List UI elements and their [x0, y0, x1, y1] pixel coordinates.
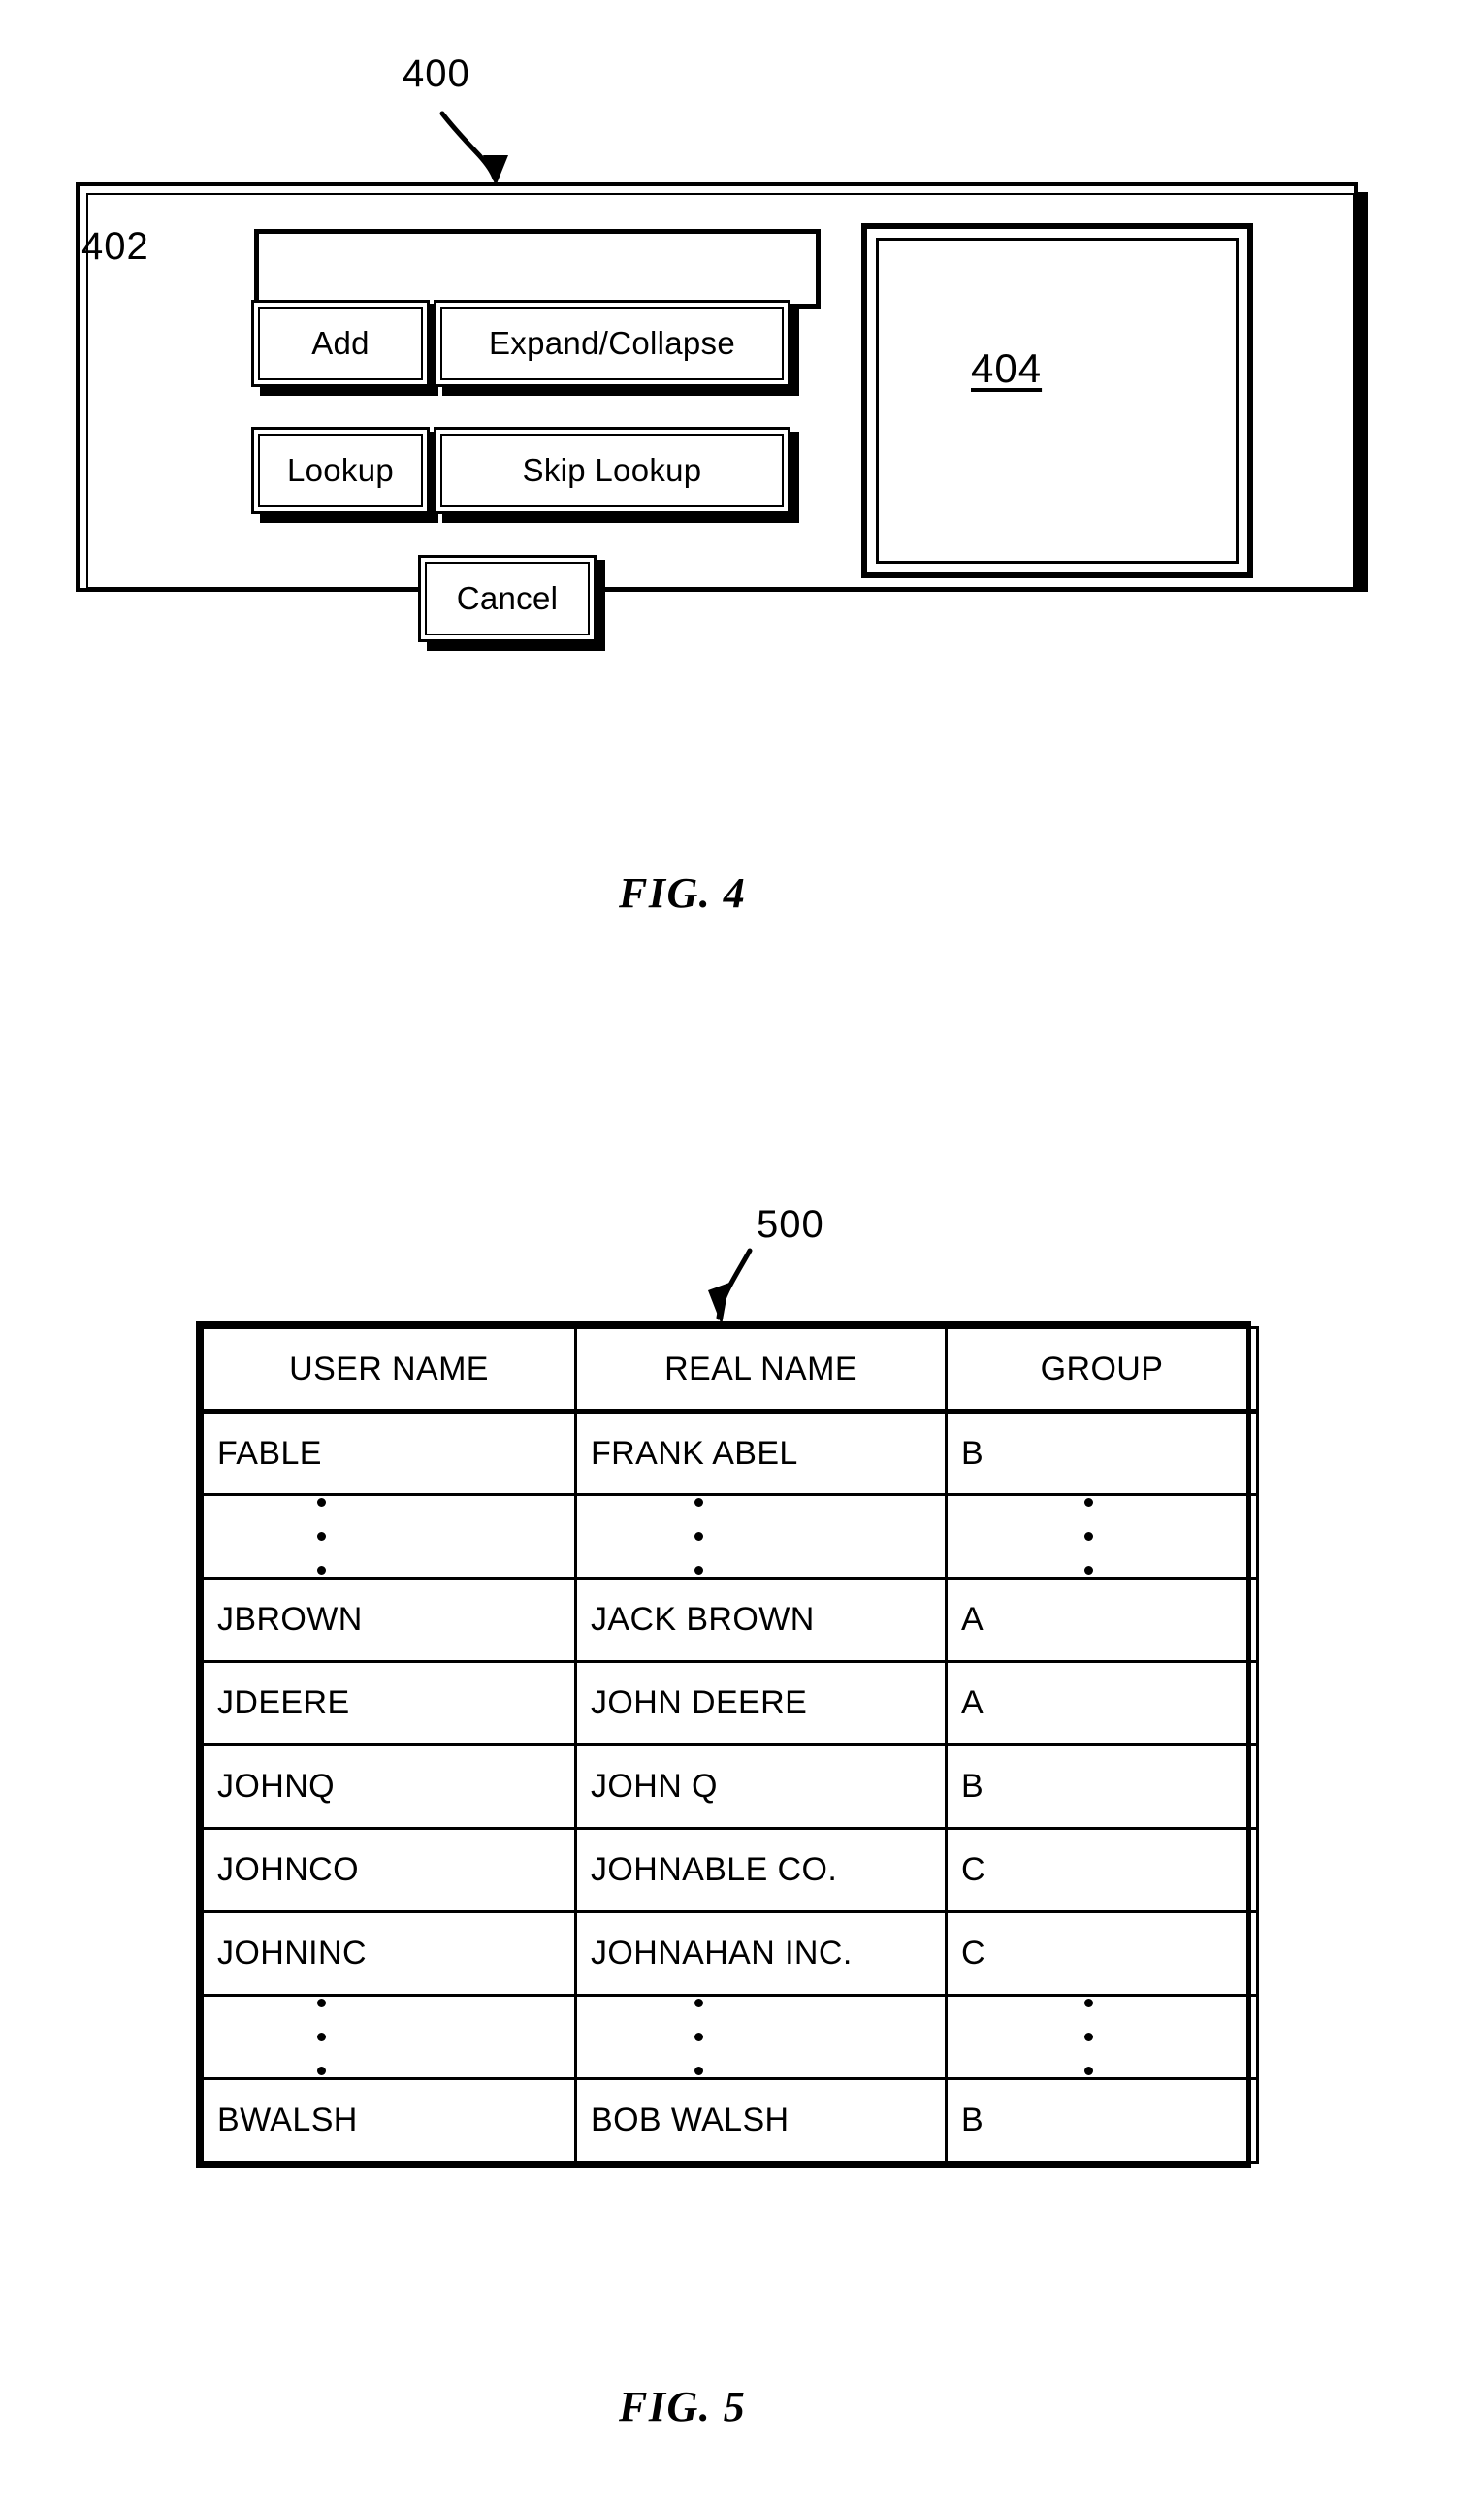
cell-real-name: JOHN DEERE [574, 1660, 948, 1746]
cell-ellipsis-real-name [574, 1994, 948, 2080]
cell-ellipsis-real-name [574, 1493, 948, 1580]
list-panel-inner-frame [876, 238, 1239, 564]
table-row[interactable]: JOHNCO JOHNABLE CO. C [201, 1827, 1259, 1913]
expand-collapse-button-shadow-bottom [442, 387, 799, 396]
vertical-ellipsis-icon [591, 1997, 931, 2077]
table-row[interactable]: FABLE FRANK ABEL B [201, 1410, 1259, 1496]
dialog-window-400: Add Expand/Collapse Lookup Skip Lookup C… [76, 182, 1368, 651]
column-header-group: GROUP [945, 1326, 1259, 1414]
lookup-button[interactable]: Lookup [251, 427, 430, 514]
table-row[interactable]: JDEERE JOHN DEERE A [201, 1660, 1259, 1746]
column-header-real-name: REAL NAME [574, 1326, 948, 1414]
table-body: FABLE FRANK ABEL B JBROWN JACK BROWN A J… [201, 1410, 1259, 2164]
cell-group: A [945, 1660, 1259, 1746]
cell-user-name: JOHNQ [201, 1743, 577, 1830]
cell-group: B [945, 2077, 1259, 2164]
cell-real-name: JOHNABLE CO. [574, 1827, 948, 1913]
table-row-ellipsis [201, 1994, 1259, 2080]
vertical-ellipsis-icon [961, 1997, 1242, 2077]
cell-user-name: JDEERE [201, 1660, 577, 1746]
cell-user-name: FABLE [201, 1410, 577, 1496]
cell-ellipsis-group [945, 1493, 1259, 1580]
cancel-button-shadow-right [597, 560, 605, 651]
reference-numeral-402: 402 [81, 225, 149, 268]
cell-real-name: JOHN Q [574, 1743, 948, 1830]
figure-caption-4: FIG. 4 [619, 869, 747, 917]
cell-group: B [945, 1743, 1259, 1830]
table-row[interactable]: JOHNQ JOHN Q B [201, 1743, 1259, 1830]
vertical-ellipsis-icon [217, 1997, 561, 2077]
cell-real-name: BOB WALSH [574, 2077, 948, 2164]
add-button[interactable]: Add [251, 300, 430, 387]
table-row-ellipsis [201, 1493, 1259, 1580]
cell-group: C [945, 1910, 1259, 1997]
add-button-shadow-bottom [260, 387, 438, 396]
cancel-button-shadow-bottom [427, 642, 605, 651]
vertical-ellipsis-icon [217, 1496, 561, 1577]
cancel-button[interactable]: Cancel [418, 555, 597, 642]
reference-numeral-500: 500 [757, 1203, 824, 1246]
cell-group: C [945, 1827, 1259, 1913]
search-input-402[interactable] [254, 229, 821, 309]
table-row[interactable]: JBROWN JACK BROWN A [201, 1577, 1259, 1663]
cell-user-name: JOHNCO [201, 1827, 577, 1913]
skip-lookup-button[interactable]: Skip Lookup [434, 427, 790, 514]
reference-numeral-404: 404 [971, 345, 1043, 391]
column-header-user-name: USER NAME [201, 1326, 577, 1414]
user-directory-table-500: USER NAME REAL NAME GROUP FABLE FRANK AB… [196, 1321, 1259, 2168]
expand-collapse-button-shadow-right [790, 305, 799, 396]
reference-numeral-400: 400 [403, 52, 470, 95]
vertical-ellipsis-icon [961, 1496, 1242, 1577]
cell-user-name: JOHNINC [201, 1910, 577, 1997]
list-panel-404[interactable] [861, 223, 1253, 578]
figure-caption-5: FIG. 5 [619, 2383, 747, 2430]
cell-real-name: JOHNAHAN INC. [574, 1910, 948, 1997]
expand-collapse-button[interactable]: Expand/Collapse [434, 300, 790, 387]
table-row[interactable]: JOHNINC JOHNAHAN INC. C [201, 1910, 1259, 1997]
cell-real-name: JACK BROWN [574, 1577, 948, 1663]
cell-ellipsis-user-name [201, 1493, 577, 1580]
table-row[interactable]: BWALSH BOB WALSH B [201, 2077, 1259, 2164]
skip-lookup-button-shadow-bottom [442, 514, 799, 523]
cell-ellipsis-user-name [201, 1994, 577, 2080]
table-header-row: USER NAME REAL NAME GROUP [201, 1326, 1259, 1414]
cell-group: B [945, 1410, 1259, 1496]
lookup-button-shadow-bottom [260, 514, 438, 523]
cell-user-name: BWALSH [201, 2077, 577, 2164]
cell-ellipsis-group [945, 1994, 1259, 2080]
cell-real-name: FRANK ABEL [574, 1410, 948, 1496]
skip-lookup-button-shadow-right [790, 432, 799, 523]
vertical-ellipsis-icon [591, 1496, 931, 1577]
cell-user-name: JBROWN [201, 1577, 577, 1663]
cell-group: A [945, 1577, 1259, 1663]
